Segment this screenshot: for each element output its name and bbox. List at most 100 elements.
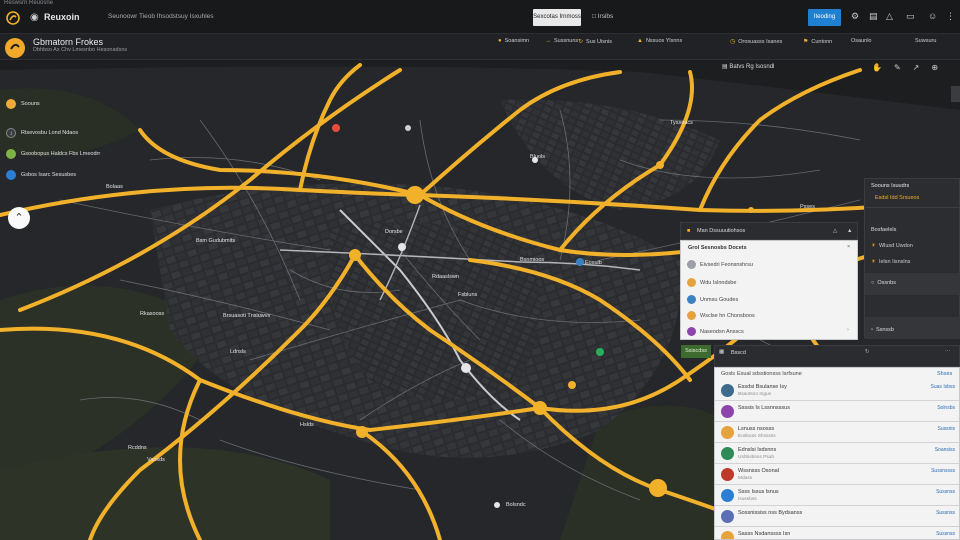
side-row-label: Ielsn Iisnslns bbox=[878, 259, 911, 265]
stat-item[interactable]: Suwsuru bbox=[915, 38, 936, 44]
route-row[interactable]: Naseodsn Ansscs bbox=[687, 327, 744, 336]
route-icon bbox=[6, 99, 16, 109]
poi-marker[interactable] bbox=[398, 243, 406, 251]
junction-marker[interactable] bbox=[656, 161, 664, 169]
list-tab[interactable]: Bsscd bbox=[731, 350, 746, 356]
list-item-title: Ssssis Is Lssnnsssus bbox=[738, 405, 790, 411]
stat-item[interactable]: ⚑ Cuntonn bbox=[803, 38, 832, 45]
map-label: Psses bbox=[800, 204, 815, 210]
route-row[interactable]: Wsclse hn Chonsboos bbox=[687, 311, 755, 320]
stat-item[interactable]: ● Soansimn bbox=[498, 38, 529, 44]
app-logo-icon[interactable] bbox=[6, 11, 20, 25]
poi-marker[interactable] bbox=[596, 348, 604, 356]
poi-marker[interactable] bbox=[748, 207, 754, 213]
poi-marker[interactable] bbox=[494, 502, 500, 508]
map-toolbar[interactable]: ▤ Batvs Rg Isosndl bbox=[722, 63, 774, 70]
poi-marker[interactable] bbox=[568, 381, 576, 389]
route-row[interactable]: Wdu Islnndsbe bbox=[687, 278, 736, 287]
side-tab-handle[interactable] bbox=[951, 86, 960, 102]
camera-icon[interactable]: ◉ bbox=[30, 12, 39, 23]
list-item[interactable]: Ssss Issus lsnus Isussbss Sussnss bbox=[715, 485, 959, 506]
stat-item[interactable]: ▲ Nssuos Ylsnns bbox=[637, 38, 682, 44]
stat-label: Sussnuns bbox=[554, 38, 579, 44]
junction-marker[interactable] bbox=[649, 479, 667, 497]
junction-marker[interactable] bbox=[356, 426, 368, 438]
side-row[interactable]: ▫ Ssnssb bbox=[871, 327, 894, 333]
route-details-panel: Grol Sesnosbs Docets × Eivsedri Feonsnsh… bbox=[680, 240, 858, 340]
map-label: Dorsbe bbox=[385, 229, 403, 235]
zoom-icon[interactable]: ⊕ bbox=[931, 63, 950, 72]
route-row[interactable]: Unmsu Goudes bbox=[687, 295, 738, 304]
refresh-icon[interactable]: ↻ bbox=[865, 349, 870, 355]
layers-icon[interactable]: ▤ bbox=[869, 11, 878, 22]
poi-marker[interactable] bbox=[461, 363, 471, 373]
more-icon[interactable]: ⋯ bbox=[945, 348, 951, 354]
chevron-right-icon[interactable]: › bbox=[847, 327, 849, 333]
side-row-label: Ossnbs bbox=[877, 280, 896, 286]
poi-marker[interactable] bbox=[405, 125, 411, 131]
list-item[interactable]: Ssssis Is Lssnnsssus Solnsbs bbox=[715, 401, 959, 422]
stat-item[interactable]: ◷ Orosuasss Isanes bbox=[730, 38, 782, 45]
tab-label[interactable]: □ Irsibs bbox=[592, 13, 613, 20]
map-label: Ldnsls bbox=[230, 349, 246, 355]
stat-item[interactable]: → Sussnuns bbox=[545, 38, 578, 44]
file-icon[interactable]: ▭ bbox=[906, 11, 915, 22]
waypoint-icon bbox=[687, 278, 696, 287]
grid-icon[interactable]: ▦ bbox=[719, 349, 724, 355]
category-icon bbox=[721, 426, 734, 439]
route-row-label: Wsclse hn Chonsboos bbox=[700, 312, 755, 319]
junction-marker[interactable] bbox=[533, 401, 547, 415]
route-row-label: Unmsu Goudes bbox=[700, 296, 739, 303]
park-icon bbox=[6, 149, 16, 159]
map-label: Brsuasoti Tnsiuwvs bbox=[223, 313, 271, 319]
legend-item[interactable]: Gsoobopus Haldcs Fbs Lmeodrr bbox=[6, 149, 100, 159]
route-toolbar[interactable]: ■ Man Dssuuutiohsos △ ▲ bbox=[680, 222, 858, 240]
junction-marker[interactable] bbox=[406, 186, 424, 204]
menu-icon[interactable]: ⋮ bbox=[946, 11, 955, 22]
route-row[interactable]: Eivsedri Feonsnshrsu bbox=[687, 260, 753, 269]
route-panel-title: Grol Sesnosbs Docets bbox=[688, 245, 747, 251]
hand-icon[interactable]: ✋ bbox=[872, 63, 894, 72]
stat-item[interactable]: ↻ Sus Uisnis bbox=[578, 38, 612, 45]
junction-marker[interactable] bbox=[349, 249, 361, 261]
user-icon[interactable]: ☺ bbox=[928, 11, 937, 21]
side-row[interactable]: ○ Ossnbs bbox=[871, 280, 896, 286]
side-row[interactable]: ☀ Ielsn Iisnslns bbox=[871, 259, 910, 265]
list-item-subtitle: Bsaotsno Ingus bbox=[738, 392, 772, 397]
share-icon[interactable]: ↗ bbox=[913, 63, 932, 72]
legend-item[interactable]: Gsbos Isarc Sesusbes bbox=[6, 170, 76, 180]
list-item[interactable]: Essdsi Bsulanse Isy Bsaotsno Ingus Suas Is… bbox=[715, 380, 959, 401]
legend-item[interactable]: ↕ Rtsevosbu Lond Ndaos bbox=[6, 128, 78, 138]
bell-icon[interactable]: △ bbox=[886, 11, 893, 22]
transit-icon bbox=[6, 170, 16, 180]
category-icon bbox=[721, 405, 734, 418]
stat-item[interactable]: Osaunlo bbox=[851, 38, 872, 44]
side-row[interactable]: ☀ Wlusd Uwdon bbox=[871, 243, 913, 249]
list-item[interactable]: Lsnuss nsosss Eosboss Shsssss Sussnis bbox=[715, 422, 959, 443]
tab-text: Irsibs bbox=[597, 13, 614, 20]
primary-action-button[interactable]: Sexcotas Irnmoss bbox=[533, 9, 581, 26]
stat-label: Suwsuru bbox=[915, 38, 937, 44]
poi-marker[interactable] bbox=[576, 258, 584, 266]
map-label: Bolaas bbox=[106, 184, 123, 190]
draw-icon[interactable]: ✎ bbox=[894, 63, 913, 72]
legend-item[interactable]: Soouns bbox=[6, 99, 40, 109]
list-item[interactable]: Wssnsss Osonal Mdass Sussnssss bbox=[715, 464, 959, 485]
list-item[interactable]: Sasss Nsdanssss Isn Sussnss bbox=[715, 527, 959, 539]
settings-icon[interactable]: ⚙ bbox=[851, 11, 859, 22]
poi-marker[interactable] bbox=[332, 124, 340, 132]
list-item-title: Sossnississ nss Bydsanss bbox=[738, 510, 803, 516]
layers-icon: ▤ bbox=[722, 64, 728, 70]
navigate-up-button[interactable]: ⌃ bbox=[8, 207, 30, 229]
list-item[interactable]: Sossnississ nss Bydsanss Sussnss bbox=[715, 506, 959, 527]
close-icon[interactable]: × bbox=[847, 244, 850, 250]
list-item[interactable]: Ednslsi Isdsnns Ushbsbsns Psub Soansiss bbox=[715, 443, 959, 464]
map-label: Rcddns bbox=[128, 445, 147, 451]
blue-action-button[interactable]: Iteoding bbox=[808, 9, 841, 26]
map-tool-icons[interactable]: ✋✎↗⊕ bbox=[872, 63, 950, 72]
status-tag[interactable]: Ssiscdss bbox=[681, 345, 711, 358]
list-heading: Shses bbox=[937, 371, 953, 377]
stat-label: Sus Uisnis bbox=[586, 39, 613, 45]
lock-icon[interactable]: △ bbox=[833, 228, 837, 234]
expand-icon[interactable]: ▲ bbox=[847, 228, 852, 234]
